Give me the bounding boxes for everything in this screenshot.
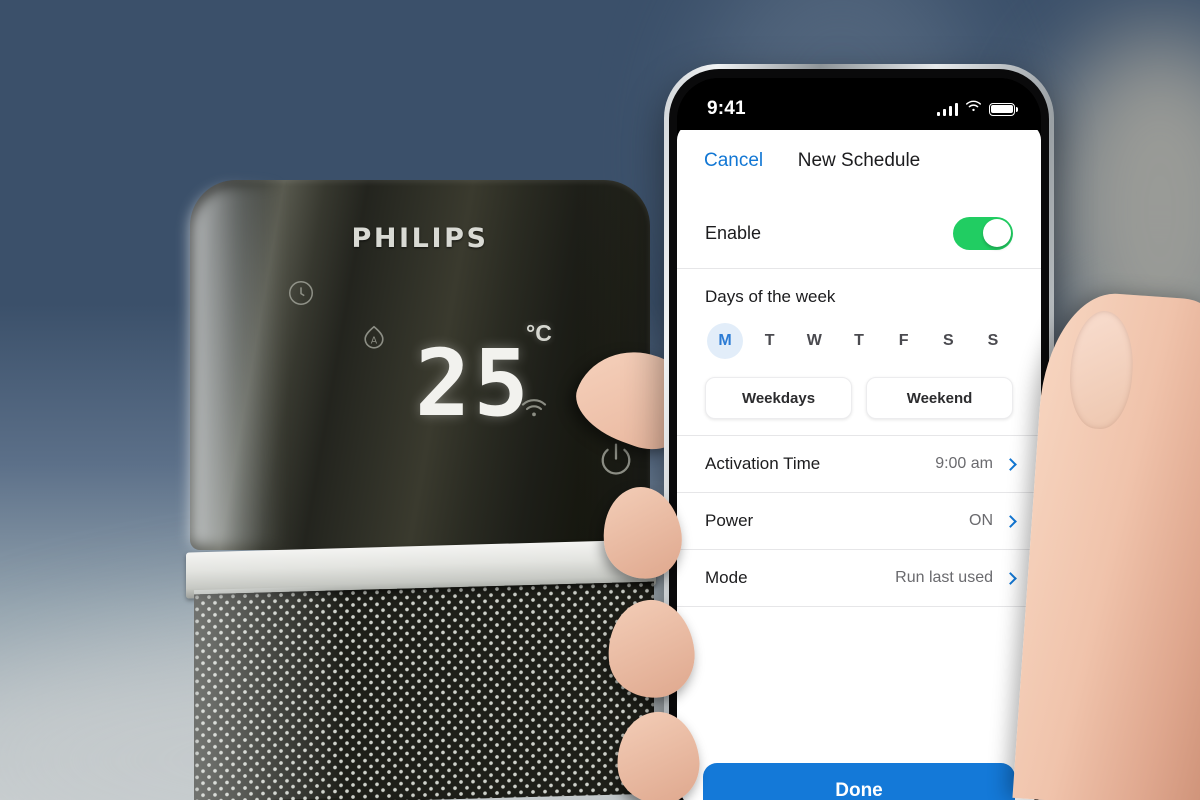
day-pill-group: M T W T F S S [705, 323, 1013, 359]
weekend-button[interactable]: Weekend [866, 377, 1013, 419]
svg-text:A: A [371, 335, 378, 346]
purifier-mesh-grille [194, 581, 654, 800]
days-of-week-label: Days of the week [705, 287, 836, 306]
weekdays-button[interactable]: Weekdays [705, 377, 852, 419]
chevron-right-icon [1004, 514, 1017, 528]
day-pill-thursday[interactable]: T [841, 323, 877, 359]
activation-time-value: 9:00 am [935, 455, 993, 472]
timer-icon[interactable] [286, 278, 316, 313]
mode-right: Run last used [895, 569, 1017, 587]
toggle-knob [982, 219, 1011, 247]
sheet-header: Cancel New Schedule [677, 124, 1041, 198]
day-preset-group: Weekdays Weekend [705, 377, 1013, 419]
power-icon[interactable] [595, 439, 637, 486]
mode-value: Run last used [895, 569, 993, 586]
mode-row[interactable]: Mode Run last used [677, 550, 1041, 606]
enable-row[interactable]: Enable [677, 198, 1041, 268]
cellular-signal-icon [936, 102, 958, 116]
days-of-week-section: Days of the week M T W T F S S Weekdays [677, 269, 1041, 435]
cancel-button[interactable]: Cancel [704, 150, 763, 172]
smartphone: 9:41 Cancel New Schedule Enable Days of … [664, 64, 1054, 800]
day-pill-saturday[interactable]: S [930, 323, 966, 359]
power-value: ON [969, 512, 993, 529]
power-label: Power [705, 511, 754, 530]
done-button-container: Done [677, 763, 1041, 800]
day-pill-friday[interactable]: F [886, 323, 922, 359]
day-pill-monday[interactable]: M [707, 323, 743, 359]
philips-air-purifier: PHILIPS A 25 °C [150, 180, 680, 800]
done-button[interactable]: Done [703, 763, 1015, 800]
enable-label: Enable [705, 222, 762, 243]
status-icons [936, 100, 1019, 118]
new-schedule-sheet: Cancel New Schedule Enable Days of the w… [677, 124, 1041, 800]
activation-time-right: 9:00 am [935, 455, 1017, 473]
temperature-value: 25 [415, 330, 532, 437]
mode-label: Mode [705, 568, 748, 587]
phone-notch [773, 78, 945, 108]
enable-toggle[interactable] [953, 216, 1013, 250]
battery-icon [989, 102, 1019, 116]
status-time: 9:41 [707, 98, 746, 119]
activation-time-row[interactable]: Activation Time 9:00 am [677, 436, 1041, 492]
temperature-unit: °C [526, 320, 552, 346]
wifi-icon [520, 398, 548, 425]
wifi-icon [965, 100, 982, 118]
purifier-glass-reflection [190, 186, 282, 546]
phone-screen: 9:41 Cancel New Schedule Enable Days of … [677, 78, 1041, 800]
day-pill-tuesday[interactable]: T [752, 323, 788, 359]
chevron-right-icon [1004, 571, 1017, 585]
auto-mode-icon[interactable]: A [358, 323, 390, 360]
power-row[interactable]: Power ON [677, 493, 1041, 549]
scene: PHILIPS A 25 °C 9:41 Cancel New Schedule… [0, 0, 1200, 800]
power-right: ON [969, 512, 1017, 530]
day-pill-sunday[interactable]: S [975, 323, 1011, 359]
chevron-right-icon [1004, 457, 1017, 471]
day-pill-wednesday[interactable]: W [796, 323, 832, 359]
phone-bezel: 9:41 Cancel New Schedule Enable Days of … [669, 69, 1049, 800]
sheet-spacer [677, 607, 1041, 763]
activation-time-label: Activation Time [705, 454, 821, 473]
